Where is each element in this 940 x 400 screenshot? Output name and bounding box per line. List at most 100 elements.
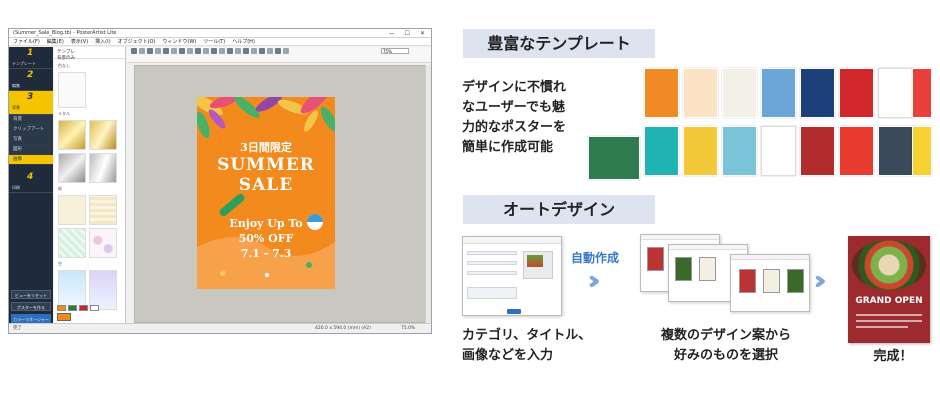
save-icon[interactable]	[147, 48, 153, 54]
subtitle-field[interactable]	[467, 271, 517, 275]
template-thumb[interactable]	[761, 68, 796, 118]
zoom-in-icon[interactable]	[275, 48, 281, 54]
poster[interactable]: 3日間限定 SUMMER SALE Enjoy Up To 50% OFF 7.…	[197, 97, 335, 289]
candidate-poster[interactable]	[647, 247, 664, 271]
candidate-poster[interactable]	[787, 269, 804, 293]
nav-step-template[interactable]: 1 テンプレート	[9, 47, 53, 69]
pointer-icon[interactable]	[243, 48, 249, 54]
caption-sky: 空	[58, 261, 62, 266]
template-thumb[interactable]	[644, 68, 679, 118]
align-icon[interactable]	[211, 48, 217, 54]
candidate-poster[interactable]	[763, 269, 780, 293]
nav-step-print[interactable]: 4 印刷	[9, 171, 53, 193]
nav-sub-clipart[interactable]: クリップアート	[9, 125, 53, 135]
nav-bottom-buttons: ビューをリセット ポスターを作る カラーマネージャー	[11, 287, 51, 323]
color-manager-button[interactable]: カラーマネージャー	[11, 314, 51, 323]
text-icon[interactable]	[203, 48, 209, 54]
line-icon[interactable]	[251, 48, 257, 54]
paste-icon[interactable]	[195, 48, 201, 54]
color-chip-green[interactable]	[68, 305, 77, 311]
template-thumb[interactable]	[912, 68, 932, 118]
swatch-gold-2[interactable]	[89, 120, 117, 150]
new-icon[interactable]	[131, 48, 137, 54]
swatch-mint[interactable]	[58, 228, 86, 258]
swatch-paper[interactable]	[58, 195, 86, 225]
redo-icon[interactable]	[171, 48, 177, 54]
layer-icon[interactable]	[227, 48, 233, 54]
open-icon[interactable]	[139, 48, 145, 54]
template-thumb[interactable]	[800, 126, 835, 176]
copy-icon[interactable]	[187, 48, 193, 54]
menu-insert[interactable]: 挿入(I)	[95, 38, 110, 45]
ellipse-icon[interactable]	[267, 48, 273, 54]
color-chip-red[interactable]	[79, 305, 88, 311]
create-button[interactable]	[507, 309, 521, 314]
swatch-silver-2[interactable]	[89, 153, 117, 183]
menu-window[interactable]: ウィンドウ(W)	[162, 38, 196, 45]
template-thumb[interactable]	[722, 126, 757, 176]
candidate-poster[interactable]	[675, 257, 692, 281]
print-icon[interactable]	[155, 48, 161, 54]
template-thumb[interactable]	[722, 68, 757, 118]
menu-tools[interactable]: ツール(T)	[203, 38, 225, 45]
nav-sub-photo[interactable]: 写真	[9, 135, 53, 145]
food-plate-image	[852, 240, 926, 290]
menu-edit[interactable]: 編集(E)	[47, 38, 64, 45]
swatch-flower[interactable]	[89, 228, 117, 258]
group-icon[interactable]	[219, 48, 225, 54]
zoom-select[interactable]: 75%	[381, 48, 409, 54]
vertical-scrollbar[interactable]	[425, 65, 431, 323]
title-field[interactable]	[467, 261, 517, 265]
rect-icon[interactable]	[259, 48, 265, 54]
template-thumb[interactable]	[683, 126, 718, 176]
swatch-blank[interactable]	[58, 72, 86, 108]
make-poster-button[interactable]: ポスターを作る	[11, 302, 51, 311]
menu-help[interactable]: ヘルプ(H)	[232, 38, 255, 45]
rotate-icon[interactable]	[235, 48, 241, 54]
template-thumb[interactable]	[800, 68, 835, 118]
template-thumb[interactable]	[683, 68, 718, 118]
nav-step-background[interactable]: 3 背景	[9, 91, 53, 115]
candidate-poster[interactable]	[699, 257, 716, 281]
step-number: 1	[27, 48, 34, 58]
menu-view[interactable]: 表示(V)	[71, 38, 88, 45]
poster-date-text: 7.1 - 7.3	[240, 247, 292, 260]
cut-icon[interactable]	[179, 48, 185, 54]
window-controls[interactable]: — ☐ ✕	[389, 29, 429, 38]
caption-line: カテゴリ、タイトル、	[462, 328, 592, 343]
category-field[interactable]	[467, 251, 517, 255]
reset-view-button[interactable]: ビューをリセット	[11, 290, 51, 299]
desc-line: デザインに不慣れ	[462, 80, 567, 95]
swatch-gold[interactable]	[58, 120, 86, 150]
nav-sub-background[interactable]: 背景	[9, 115, 53, 125]
color-chip-white[interactable]	[90, 305, 99, 311]
nav-step-edit[interactable]: 2 編集	[9, 69, 53, 91]
body-field[interactable]	[467, 287, 517, 299]
templates-heading: 豊富なテンプレート	[463, 29, 655, 58]
template-thumb[interactable]	[588, 136, 640, 180]
template-thumb[interactable]	[761, 126, 796, 176]
swatch-lavender[interactable]	[89, 270, 117, 310]
template-thumb[interactable]	[912, 126, 932, 176]
color-chip-orange[interactable]	[57, 305, 66, 311]
template-thumb[interactable]	[878, 126, 913, 176]
zoom-out-icon[interactable]	[283, 48, 289, 54]
final-poster[interactable]: GRAND OPEN	[848, 236, 930, 343]
swatch-sky[interactable]	[58, 270, 86, 310]
template-thumb[interactable]	[878, 68, 913, 118]
nav-sub-shape[interactable]: 図形	[9, 145, 53, 155]
undo-icon[interactable]	[163, 48, 169, 54]
menu-bar: ファイル(F) 編集(E) 表示(V) 挿入(I) オブジェクト(O) ウィンド…	[9, 38, 431, 46]
candidate-poster[interactable]	[739, 269, 756, 293]
template-thumb[interactable]	[839, 68, 874, 118]
swatch-silver[interactable]	[58, 153, 86, 183]
poster-summer-text: SUMMER	[217, 155, 315, 175]
swatch-stripe[interactable]	[89, 195, 117, 225]
selected-color[interactable]	[57, 313, 71, 321]
caption-line: 複数のデザイン案から	[660, 328, 791, 343]
template-thumb[interactable]	[644, 126, 679, 176]
template-thumb[interactable]	[839, 126, 874, 176]
nav-sub-image[interactable]: 画像	[9, 155, 53, 165]
menu-object[interactable]: オブジェクト(O)	[118, 38, 156, 45]
menu-file[interactable]: ファイル(F)	[13, 38, 40, 45]
